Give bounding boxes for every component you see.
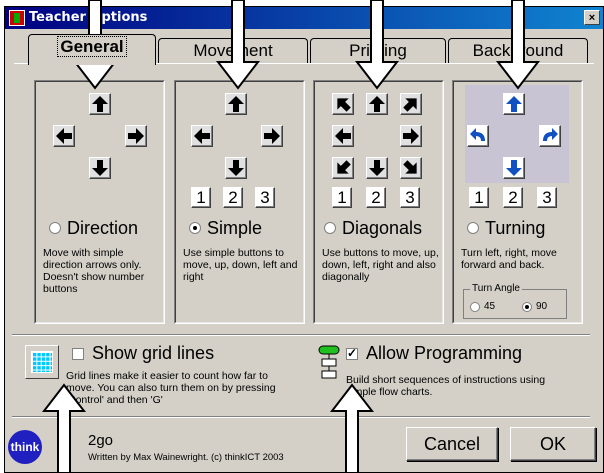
- cancel-button[interactable]: Cancel: [406, 427, 498, 461]
- direction-radio-option[interactable]: Direction: [49, 217, 138, 239]
- think-logo: think: [8, 430, 42, 464]
- down-arrow-icon: [89, 157, 111, 179]
- app-name: 2go: [88, 432, 114, 449]
- show-grid-lines-option[interactable]: Show grid lines: [72, 343, 214, 364]
- number-button-2: 2: [223, 187, 243, 208]
- grid-icon: [25, 345, 59, 379]
- pointer-arrow-icon: [41, 383, 87, 473]
- programming-description: Build short sequences of instructions us…: [346, 374, 546, 398]
- option-diagonals: 1 2 3 Diagonals Use buttons to move, up,…: [313, 80, 444, 324]
- simple-description: Use simple buttons to move, up, down, le…: [183, 247, 298, 283]
- number-button-3: 3: [255, 187, 275, 208]
- number-button-3: 3: [400, 187, 420, 208]
- tab-general-label: General: [57, 36, 127, 57]
- number-button-3: 3: [537, 187, 557, 208]
- pointer-arrow-icon: [329, 383, 375, 473]
- grid-preview: [31, 351, 53, 373]
- angle-90-label: 90: [536, 301, 548, 312]
- app-credit: Written by Max Wainewright. (c) thinkICT…: [88, 452, 284, 463]
- direction-radio[interactable]: [49, 222, 61, 234]
- down-arrow-icon: [503, 157, 525, 179]
- ok-button[interactable]: OK: [510, 427, 596, 461]
- turn-angle-group: Turn Angle 45 90: [463, 283, 567, 319]
- option-turning: 1 2 3 Turning Turn left, right, move for…: [452, 80, 583, 324]
- down-arrow-icon: [366, 157, 388, 179]
- diagonals-radio-option[interactable]: Diagonals: [324, 217, 422, 239]
- right-arrow-icon: [400, 125, 422, 147]
- right-arrow-icon: [261, 125, 283, 147]
- turning-radio-option[interactable]: Turning: [467, 217, 545, 239]
- angle-90-option[interactable]: 90: [522, 301, 547, 312]
- grid-lines-description: Grid lines make it easier to count how f…: [66, 370, 276, 406]
- turn-right-icon: [539, 125, 561, 147]
- angle-45-option[interactable]: 45: [470, 301, 495, 312]
- allow-programming-label: Allow Programming: [366, 343, 523, 363]
- number-button-2: 2: [366, 187, 386, 208]
- turn-left-icon: [467, 125, 489, 147]
- diagonal-arrow-icon: [331, 92, 355, 116]
- direction-description: Move with simple direction arrows only. …: [43, 247, 145, 295]
- down-arrow-icon: [225, 157, 247, 179]
- allow-programming-option[interactable]: Allow Programming: [346, 343, 522, 364]
- diagonal-arrow-icon: [399, 92, 423, 116]
- number-button-1: 1: [332, 187, 352, 208]
- angle-45-radio[interactable]: [470, 301, 480, 312]
- direction-label: Direction: [67, 217, 139, 238]
- number-button-2: 2: [503, 187, 523, 208]
- angle-45-label: 45: [484, 301, 496, 312]
- number-button-1: 1: [469, 187, 489, 208]
- turning-label: Turning: [485, 217, 546, 238]
- simple-radio-option[interactable]: Simple: [189, 217, 262, 239]
- left-arrow-icon: [332, 125, 354, 147]
- diagonal-arrow-icon: [399, 156, 423, 180]
- left-arrow-icon: [53, 125, 75, 147]
- simple-label: Simple: [207, 217, 263, 238]
- up-arrow-icon: [366, 93, 388, 115]
- option-direction: Direction Move with simple direction arr…: [34, 80, 165, 324]
- divider: [12, 334, 590, 336]
- right-arrow-icon: [125, 125, 147, 147]
- diagonals-radio[interactable]: [324, 222, 336, 234]
- footer-divider: [12, 416, 590, 418]
- up-arrow-icon: [89, 93, 111, 115]
- pointer-arrow-icon: [215, 0, 261, 90]
- diagonal-arrow-icon: [331, 156, 355, 180]
- pointer-arrow-icon: [495, 0, 541, 90]
- tab-general[interactable]: General: [28, 34, 156, 65]
- left-arrow-icon: [191, 125, 213, 147]
- up-arrow-icon: [503, 93, 525, 115]
- show-grid-lines-checkbox[interactable]: [72, 347, 84, 360]
- angle-90-radio[interactable]: [522, 301, 532, 312]
- pointer-arrow-icon: [354, 0, 400, 90]
- option-simple: 1 2 3 Simple Use simple buttons to move,…: [174, 80, 305, 324]
- diagonals-description: Use buttons to move, up, down, left, rig…: [322, 247, 439, 283]
- turning-description: Turn left, right, move forward and back.: [461, 247, 557, 271]
- flowchart-icon: [318, 345, 340, 379]
- close-button[interactable]: ×: [584, 10, 600, 25]
- turn-angle-legend: Turn Angle: [470, 283, 522, 294]
- diagonals-label: Diagonals: [342, 217, 423, 238]
- up-arrow-icon: [225, 93, 247, 115]
- turning-radio[interactable]: [467, 222, 479, 234]
- allow-programming-checkbox[interactable]: [346, 346, 358, 360]
- simple-radio[interactable]: [189, 222, 201, 234]
- number-button-1: 1: [191, 187, 211, 208]
- show-grid-lines-label: Show grid lines: [92, 343, 215, 363]
- app-icon: [9, 10, 25, 26]
